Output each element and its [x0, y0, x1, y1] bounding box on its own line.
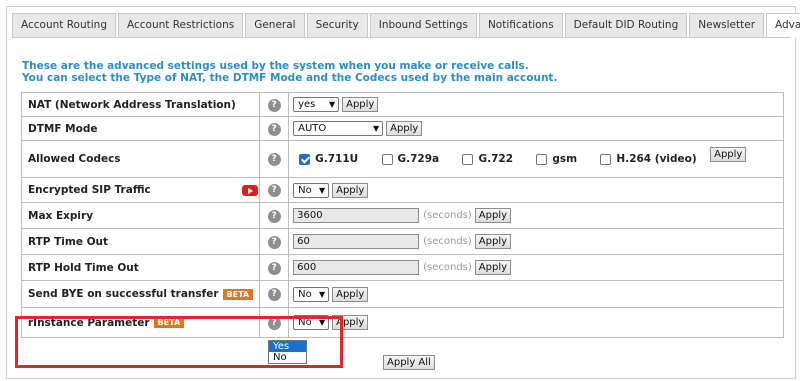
nat-select-value: yes — [298, 99, 316, 110]
tab-account-restrictions[interactable]: Account Restrictions — [118, 13, 244, 37]
codec-g722-checkbox[interactable] — [462, 153, 474, 165]
tab-divider — [12, 37, 790, 38]
rtp-timeout-input[interactable]: 60 — [293, 234, 420, 249]
dtmf-apply-button[interactable]: Apply — [386, 121, 423, 136]
beta-badge: BETA — [222, 288, 254, 300]
chevron-down-icon: ▼ — [318, 289, 326, 299]
highlight-box — [15, 316, 343, 368]
max-expiry-unit: (seconds) — [423, 210, 472, 221]
codec-g729a[interactable]: G.729a — [381, 153, 440, 165]
help-icon[interactable]: ? — [267, 184, 281, 197]
codec-g729a-checkbox[interactable] — [381, 153, 393, 165]
help-icon[interactable]: ? — [267, 288, 281, 301]
row-rtp-hold: RTP Hold Time Out ? 600 (seconds) Apply — [20, 254, 784, 281]
row-send-bye: Send BYE on successful transfer BETA ? No… — [20, 280, 784, 308]
max-expiry-label: Max Expiry — [20, 202, 261, 229]
codec-gsm[interactable]: gsm — [536, 153, 577, 165]
tab-notifications[interactable]: Notifications — [478, 13, 563, 37]
chevron-down-icon: ▼ — [372, 124, 380, 133]
codecs-apply-button[interactable]: Apply — [710, 147, 747, 162]
intro-text: These are the advanced settings used by … — [22, 60, 557, 84]
rtp-timeout-label: RTP Time Out — [20, 228, 261, 255]
chevron-down-icon: ▼ — [318, 185, 326, 195]
youtube-icon[interactable] — [242, 185, 259, 196]
tab-newsletter[interactable]: Newsletter — [689, 13, 765, 37]
tab-advanced[interactable]: Advanced — [766, 13, 800, 38]
apply-all-button[interactable]: Apply All — [383, 355, 435, 370]
codec-g722-label: G.722 — [478, 153, 514, 165]
codecs-label: Allowed Codecs — [20, 140, 261, 178]
row-dtmf: DTMF Mode ? AUTO ▼ Apply — [20, 116, 784, 141]
codec-g711u[interactable]: G.711U — [299, 153, 358, 165]
help-icon[interactable]: ? — [267, 261, 281, 275]
send-bye-label: Send BYE on successful transfer — [28, 288, 219, 300]
nat-label: NAT (Network Address Translation) — [20, 92, 261, 117]
codec-g711u-checkbox[interactable] — [299, 153, 311, 165]
max-expiry-input[interactable]: 3600 — [293, 208, 420, 223]
dtmf-label: DTMF Mode — [20, 116, 261, 141]
dtmf-select[interactable]: AUTO ▼ — [293, 121, 384, 136]
row-codecs: Allowed Codecs ? G.711U G.729a G.722 gsm… — [20, 140, 784, 178]
encrypted-sip-select-value: No — [298, 184, 312, 196]
row-nat: NAT (Network Address Translation) ? yes ▼… — [20, 92, 784, 117]
dtmf-select-value: AUTO — [298, 123, 327, 134]
help-icon[interactable]: ? — [267, 209, 281, 223]
tab-default-did-routing[interactable]: Default DID Routing — [564, 13, 688, 37]
rtp-timeout-unit: (seconds) — [423, 236, 472, 247]
row-encrypted-sip: Encrypted SIP Traffic ? No ▼ Apply — [20, 177, 784, 203]
max-expiry-apply-button[interactable]: Apply — [474, 208, 512, 223]
advanced-settings-table: NAT (Network Address Translation) ? yes ▼… — [20, 92, 784, 338]
codec-h264[interactable]: H.264 (video) — [600, 153, 697, 165]
rtp-hold-apply-button[interactable]: Apply — [474, 260, 512, 275]
codec-g711u-label: G.711U — [315, 153, 359, 165]
rtp-hold-input[interactable]: 600 — [293, 260, 420, 275]
codec-gsm-checkbox[interactable] — [536, 153, 548, 165]
tab-bar: Account Routing Account Restrictions Gen… — [12, 13, 800, 38]
tab-security[interactable]: Security — [306, 13, 368, 37]
row-rtp-timeout: RTP Time Out ? 60 (seconds) Apply — [20, 228, 784, 255]
tab-inbound-settings[interactable]: Inbound Settings — [369, 13, 477, 37]
help-icon[interactable]: ? — [267, 122, 281, 136]
codec-h264-label: H.264 (video) — [616, 153, 697, 165]
send-bye-apply-button[interactable]: Apply — [332, 286, 369, 302]
rtp-hold-unit: (seconds) — [423, 262, 472, 273]
intro-line-1: These are the advanced settings used by … — [22, 60, 529, 72]
send-bye-select[interactable]: No ▼ — [293, 286, 330, 302]
row-max-expiry: Max Expiry ? 3600 (seconds) Apply — [20, 202, 784, 229]
chevron-down-icon: ▼ — [328, 100, 336, 109]
tab-account-routing[interactable]: Account Routing — [12, 13, 116, 37]
encrypted-sip-apply-button[interactable]: Apply — [332, 182, 369, 198]
help-icon[interactable]: ? — [267, 153, 281, 166]
rtp-timeout-apply-button[interactable]: Apply — [474, 234, 512, 249]
intro-line-2: You can select the Type of NAT, the DTMF… — [22, 72, 558, 84]
codec-gsm-label: gsm — [552, 153, 578, 165]
encrypted-sip-select[interactable]: No ▼ — [293, 182, 330, 198]
encrypted-sip-label: Encrypted SIP Traffic — [28, 184, 151, 196]
tab-general[interactable]: General — [245, 13, 305, 37]
codec-h264-checkbox[interactable] — [600, 153, 612, 165]
nat-apply-button[interactable]: Apply — [342, 97, 379, 112]
codec-g729a-label: G.729a — [397, 153, 440, 165]
rtp-hold-label: RTP Hold Time Out — [20, 254, 261, 281]
nat-select[interactable]: yes ▼ — [293, 97, 340, 112]
help-icon[interactable]: ? — [267, 98, 281, 112]
help-icon[interactable]: ? — [267, 235, 281, 249]
send-bye-select-value: No — [298, 288, 312, 300]
codec-g722[interactable]: G.722 — [462, 153, 513, 165]
